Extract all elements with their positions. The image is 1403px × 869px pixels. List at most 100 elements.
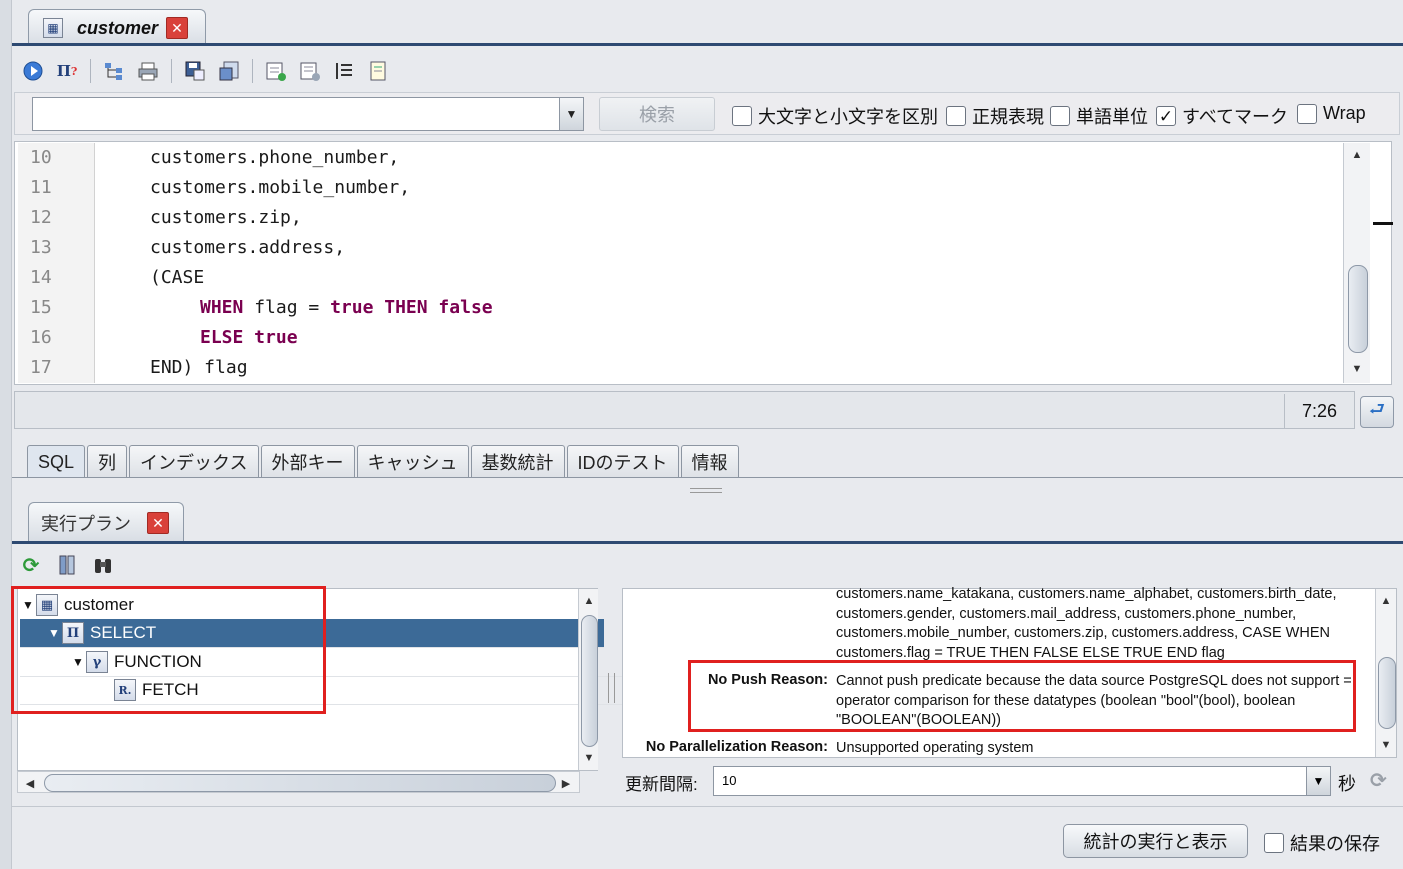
scroll-up-arrow-icon[interactable]: ▲ — [1376, 591, 1396, 611]
checkbox-label: すべてマーク — [1182, 107, 1289, 127]
tab-info[interactable]: 情報 — [680, 445, 739, 478]
scroll-thumb[interactable] — [44, 774, 556, 792]
interval-dropdown[interactable]: ▼ — [1306, 766, 1331, 796]
print-icon[interactable] — [135, 58, 161, 84]
table-icon: ▦ — [43, 18, 63, 38]
close-tab-icon[interactable]: ✕ — [147, 511, 169, 534]
checkbox-label: 大文字と小文字を区別 — [758, 107, 938, 127]
search-input[interactable] — [32, 97, 584, 131]
scroll-right-arrow-icon[interactable]: ▶ — [556, 773, 576, 793]
scroll-thumb[interactable] — [581, 615, 598, 747]
search-history-dropdown[interactable]: ▼ — [559, 97, 584, 131]
highlight-box-reason — [688, 660, 1356, 732]
splitter-grip[interactable] — [690, 488, 722, 493]
checkbox-label: Wrap — [1323, 103, 1366, 123]
plan-toolbar: ⟳ — [18, 550, 116, 580]
tab-execution-plan[interactable]: 実行プラン ✕ — [28, 502, 184, 542]
tabstrip-underline — [12, 43, 1403, 46]
checkbox-box — [1297, 103, 1317, 124]
checkbox-label: 単語単位 — [1076, 107, 1148, 127]
editor-status-bar — [14, 391, 1355, 429]
refresh-icon[interactable]: ⟳ — [18, 552, 44, 578]
checkbox-box — [732, 106, 752, 126]
plan-tabstrip-underline — [12, 541, 1403, 544]
tab-foreign-keys[interactable]: 外部キー — [260, 445, 355, 478]
code-line: (CASE — [150, 267, 205, 288]
line-number: 11 — [30, 177, 52, 198]
code-line: customers.phone_number, — [150, 147, 400, 168]
scroll-up-arrow-icon[interactable]: ▲ — [579, 591, 599, 611]
overview-ruler-marker — [1373, 222, 1393, 225]
wrap-checkbox[interactable]: Wrap — [1297, 103, 1366, 124]
tab-cache[interactable]: キャッシュ — [356, 445, 469, 478]
scroll-up-arrow-icon[interactable]: ▲ — [1347, 145, 1367, 165]
keyword: WHEN — [200, 297, 244, 318]
format-icon[interactable] — [297, 58, 323, 84]
scroll-left-arrow-icon[interactable]: ◀ — [20, 773, 40, 793]
left-edge-bar — [0, 0, 12, 869]
indent-icon[interactable] — [331, 58, 357, 84]
code-line: WHEN flag = true THEN false — [200, 297, 493, 318]
line-number: 16 — [30, 327, 52, 348]
checkbox-label: 結果の保存 — [1290, 834, 1380, 854]
tree-icon[interactable] — [101, 58, 127, 84]
line-number: 17 — [30, 357, 52, 378]
details-vertical-scrollbar[interactable]: ▲ ▼ — [1375, 589, 1396, 757]
code-line: customers.zip, — [150, 207, 302, 228]
line-number: 12 — [30, 207, 52, 228]
editor-vertical-scrollbar[interactable]: ▲ ▼ — [1343, 143, 1370, 383]
binoculars-icon[interactable] — [90, 552, 116, 578]
seconds-unit: 秒 — [1338, 774, 1356, 794]
code-line: ELSE true — [200, 327, 298, 348]
tree-horizontal-scrollbar[interactable]: ◀ ▶ — [17, 771, 580, 793]
scroll-thumb[interactable] — [1378, 657, 1396, 729]
no-parallelization-label: No Parallelization Reason: — [645, 739, 828, 755]
footer-divider — [12, 806, 1403, 807]
pane-splitter[interactable] — [605, 588, 619, 798]
highlight-box-tree — [11, 586, 326, 714]
search-button[interactable]: 検索 — [599, 97, 715, 131]
line-number: 10 — [30, 147, 52, 168]
keyword: true THEN false — [330, 297, 493, 318]
code-text: flag = — [243, 297, 331, 318]
code-line: customers.mobile_number, — [150, 177, 411, 198]
tab-sql[interactable]: SQL — [27, 445, 86, 478]
save-results-checkbox[interactable]: 結果の保存 — [1264, 830, 1380, 856]
whole-word-checkbox[interactable]: 単語単位 — [1050, 103, 1148, 129]
scroll-thumb[interactable] — [1348, 265, 1368, 353]
close-tab-icon[interactable]: ✕ — [166, 17, 189, 39]
regex-checkbox[interactable]: 正規表現 — [946, 103, 1044, 129]
checkmark-icon: ✓ — [1156, 106, 1176, 126]
columns-icon[interactable] — [54, 552, 80, 578]
checkbox-box — [1050, 106, 1070, 126]
tab-customer[interactable]: ▦ customer ✕ — [28, 9, 206, 46]
projection-text: customers.name_katakana, customers.name_… — [836, 586, 1337, 661]
scroll-down-arrow-icon[interactable]: ▼ — [1347, 359, 1367, 379]
run-icon[interactable] — [20, 58, 46, 84]
export-icon[interactable] — [216, 58, 242, 84]
new-sql-icon[interactable] — [263, 58, 289, 84]
match-case-checkbox[interactable]: 大文字と小文字を区別 — [732, 103, 938, 129]
tab-id-test[interactable]: IDのテスト — [566, 445, 679, 478]
code-line: customers.address, — [150, 237, 346, 258]
refresh-interval-input[interactable]: 10 — [713, 766, 1331, 796]
mark-all-checkbox[interactable]: ✓ すべてマーク — [1156, 103, 1288, 129]
tab-indexes[interactable]: インデックス — [129, 445, 259, 478]
tree-vertical-scrollbar[interactable]: ▲ ▼ — [578, 589, 598, 770]
return-arrow-icon[interactable]: ⮐ — [1360, 396, 1394, 428]
tab-columns[interactable]: 列 — [87, 445, 128, 478]
checkbox-box — [1264, 833, 1284, 853]
no-parallelization-text: Unsupported operating system — [836, 740, 1034, 756]
refresh-interval-label: 更新間隔: — [625, 775, 698, 794]
sub-tabs-underline — [12, 477, 1403, 478]
scroll-down-arrow-icon[interactable]: ▼ — [1376, 735, 1396, 755]
document-icon[interactable] — [365, 58, 391, 84]
explain-plan-icon[interactable]: Π? — [54, 58, 80, 84]
auto-refresh-icon[interactable]: ⟳ — [1370, 768, 1387, 793]
scroll-down-arrow-icon[interactable]: ▼ — [579, 748, 599, 768]
run-statistics-button[interactable]: 統計の実行と表示 — [1063, 824, 1248, 858]
editor-toolbar: Π? — [12, 52, 1403, 90]
save-icon[interactable] — [182, 58, 208, 84]
tab-cardinality[interactable]: 基数統計 — [470, 445, 565, 478]
chevron-down-icon: ▼ — [565, 107, 578, 121]
